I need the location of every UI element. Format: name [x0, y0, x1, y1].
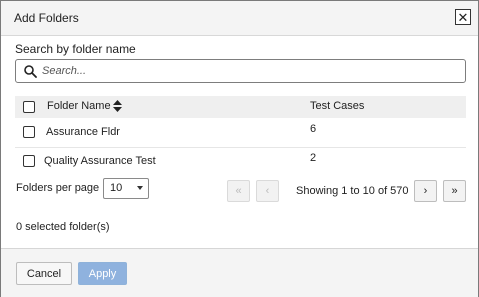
cancel-button[interactable]: Cancel [16, 262, 72, 285]
pagination-status: Showing 1 to 10 of 570 [296, 185, 409, 197]
apply-button[interactable]: Apply [78, 262, 127, 285]
dialog-titlebar: Add Folders ✕ [1, 1, 478, 36]
last-page-icon: » [451, 185, 458, 197]
dialog-footer [1, 248, 478, 297]
test-cases-cell: 6 [310, 123, 317, 135]
per-page-label: Folders per page [16, 182, 100, 194]
per-page-select[interactable]: 10 [103, 178, 149, 199]
search-input[interactable] [42, 63, 452, 79]
prev-page-icon: ‹ [265, 185, 270, 197]
close-button[interactable]: ✕ [455, 9, 471, 25]
selected-count: 0 selected folder(s) [16, 221, 110, 233]
per-page-value: 10 [110, 182, 123, 194]
folder-name-cell: Quality Assurance Test [44, 155, 156, 167]
prev-page-button[interactable]: ‹ [256, 180, 279, 202]
first-page-button[interactable]: « [227, 180, 250, 202]
column-header-folder-name[interactable]: Folder Name [47, 100, 111, 112]
search-label: Search by folder name [15, 42, 136, 56]
search-icon [24, 65, 37, 78]
row-checkbox[interactable] [23, 126, 35, 138]
select-all-checkbox[interactable] [23, 101, 35, 113]
folder-name-cell: Assurance Fldr [46, 126, 120, 138]
search-box[interactable] [15, 59, 466, 83]
row-checkbox[interactable] [23, 155, 35, 167]
chevron-down-icon [137, 186, 143, 190]
add-folders-dialog: Add Folders ✕ Search by folder name Fold… [0, 0, 479, 297]
close-icon: ✕ [457, 9, 469, 25]
test-cases-cell: 2 [310, 152, 317, 164]
sort-icon[interactable] [113, 100, 122, 112]
first-page-icon: « [235, 185, 242, 197]
column-header-test-cases: Test Cases [310, 100, 365, 112]
last-page-button[interactable]: » [443, 180, 466, 202]
next-page-button[interactable]: › [414, 180, 437, 202]
next-page-icon: › [423, 185, 428, 197]
dialog-title: Add Folders [14, 11, 79, 25]
